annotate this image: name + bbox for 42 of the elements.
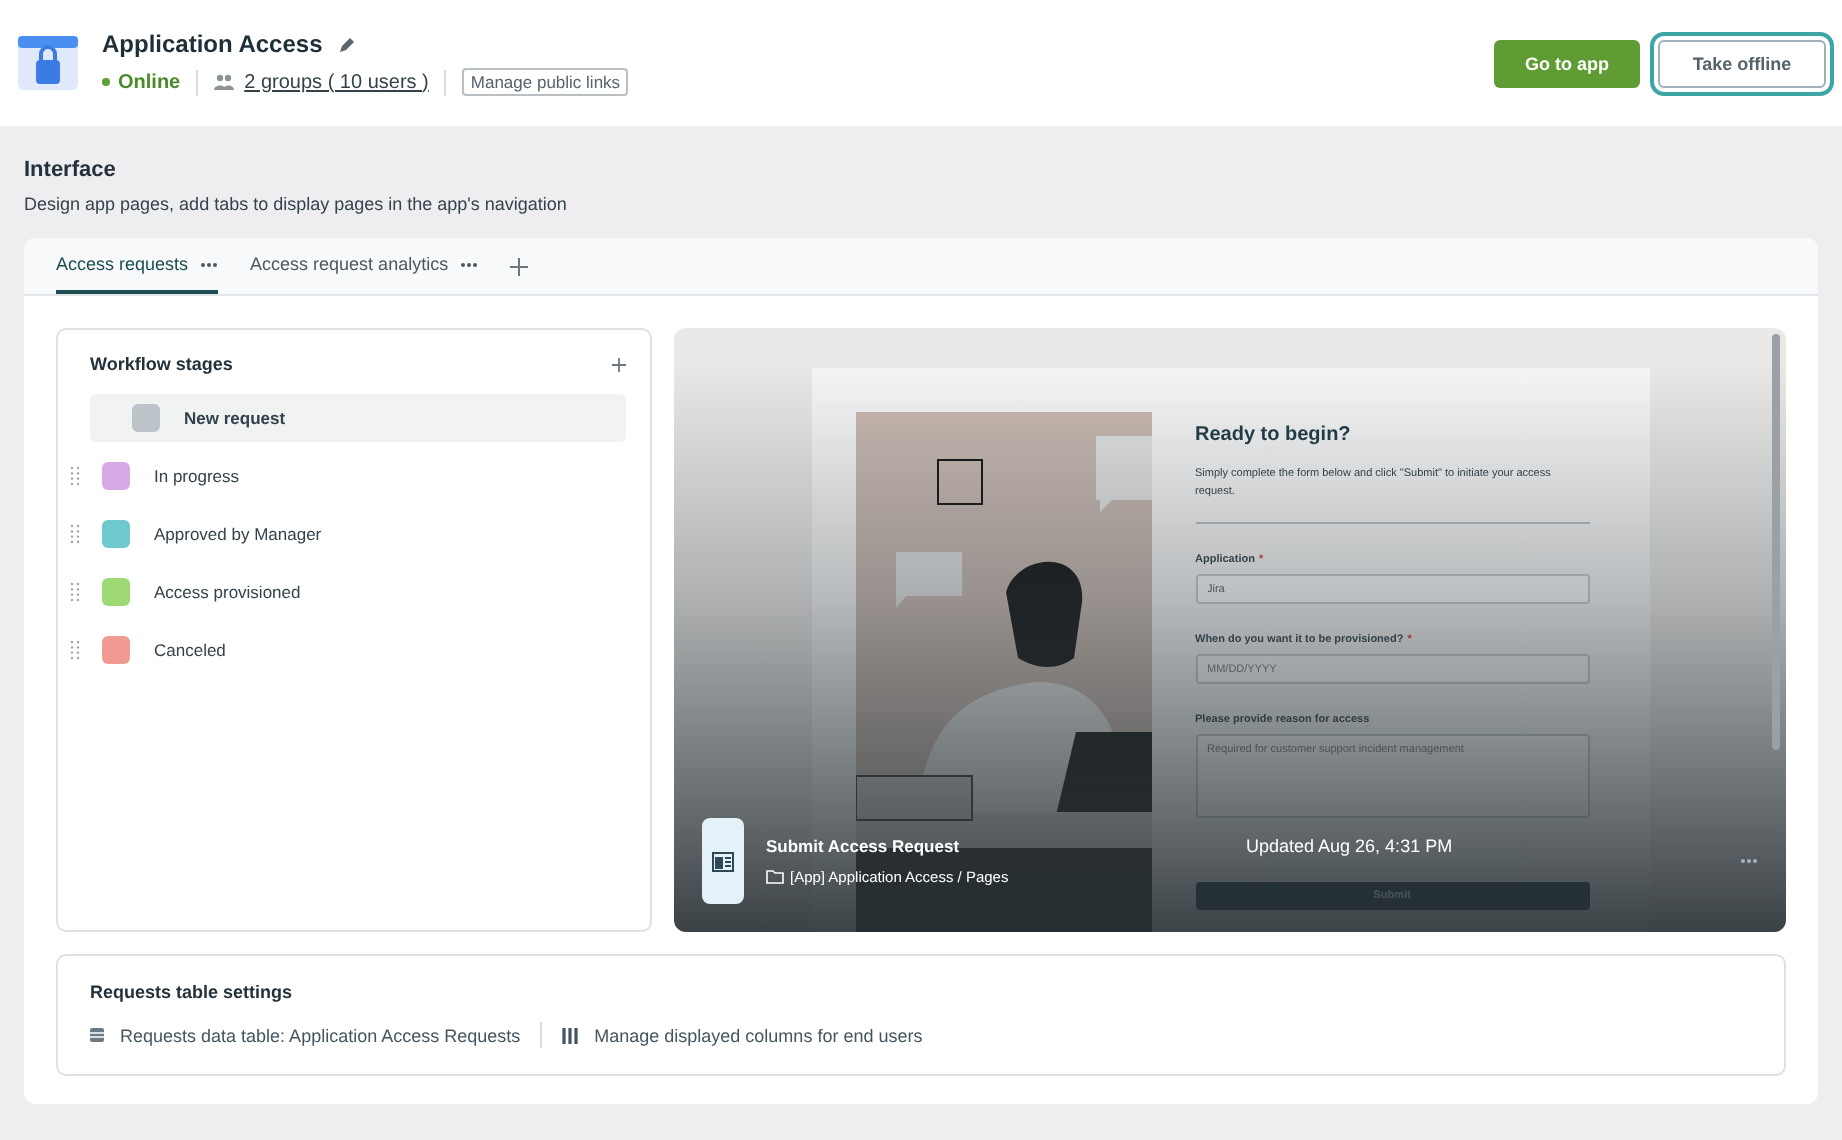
folder-icon (766, 870, 784, 884)
page-layout-icon (712, 851, 734, 871)
stage-name: New request (184, 408, 286, 428)
page-title: Submit Access Request (766, 836, 962, 856)
manage-public-links-button[interactable]: Manage public links (462, 68, 629, 96)
users-icon (214, 74, 235, 90)
more-icon[interactable] (460, 261, 479, 267)
more-icon[interactable] (1740, 858, 1758, 864)
drag-handle-icon[interactable] (70, 466, 80, 486)
columns-icon (562, 1027, 579, 1043)
page-preview[interactable] (674, 328, 1786, 932)
form-heading: Ready to begin? (1195, 424, 1353, 446)
add-icon[interactable] (612, 357, 626, 371)
drag-handle-icon[interactable] (70, 582, 80, 602)
status-label: Online (102, 71, 181, 93)
stage-item[interactable]: Canceled (58, 626, 626, 674)
app-title: Application Access (102, 30, 323, 58)
pencil-icon[interactable] (338, 35, 357, 53)
stage-name: Approved by Manager (154, 524, 322, 544)
section-title: Interface (24, 158, 118, 182)
settings-title: Requests table settings (90, 982, 295, 1002)
stage-item[interactable]: Access provisioned (58, 568, 626, 616)
panel-title: Workflow stages (90, 354, 233, 374)
drag-handle-icon[interactable] (70, 524, 80, 544)
stage-item[interactable]: Approved by Manager (58, 510, 626, 558)
section-description: Design app pages, add tabs to display pages in the app's navigation (24, 194, 569, 214)
lock-window-icon (16, 31, 80, 95)
settings-link[interactable]: Requests data table: Application Access Requests (90, 1025, 521, 1045)
stage-item[interactable]: In progress (58, 452, 626, 500)
stage-item[interactable]: New request (90, 394, 626, 442)
more-icon[interactable] (200, 261, 219, 267)
updated-time: Updated Aug 26, 4:31 PM (1246, 836, 1455, 856)
tab[interactable]: Access requests (56, 238, 219, 294)
settings-link[interactable]: Manage displayed columns for end users (562, 1025, 923, 1045)
stage-name: In progress (154, 466, 240, 486)
stage-name: Access provisioned (154, 582, 301, 602)
tab[interactable]: Access request analytics (250, 238, 479, 294)
stage-name: Canceled (154, 640, 226, 660)
add-icon[interactable] (510, 257, 529, 275)
table-icon (90, 1028, 104, 1042)
drag-handle-icon[interactable] (70, 640, 80, 660)
groups-link[interactable]: 2 groups ( 10 users ) (244, 71, 429, 93)
